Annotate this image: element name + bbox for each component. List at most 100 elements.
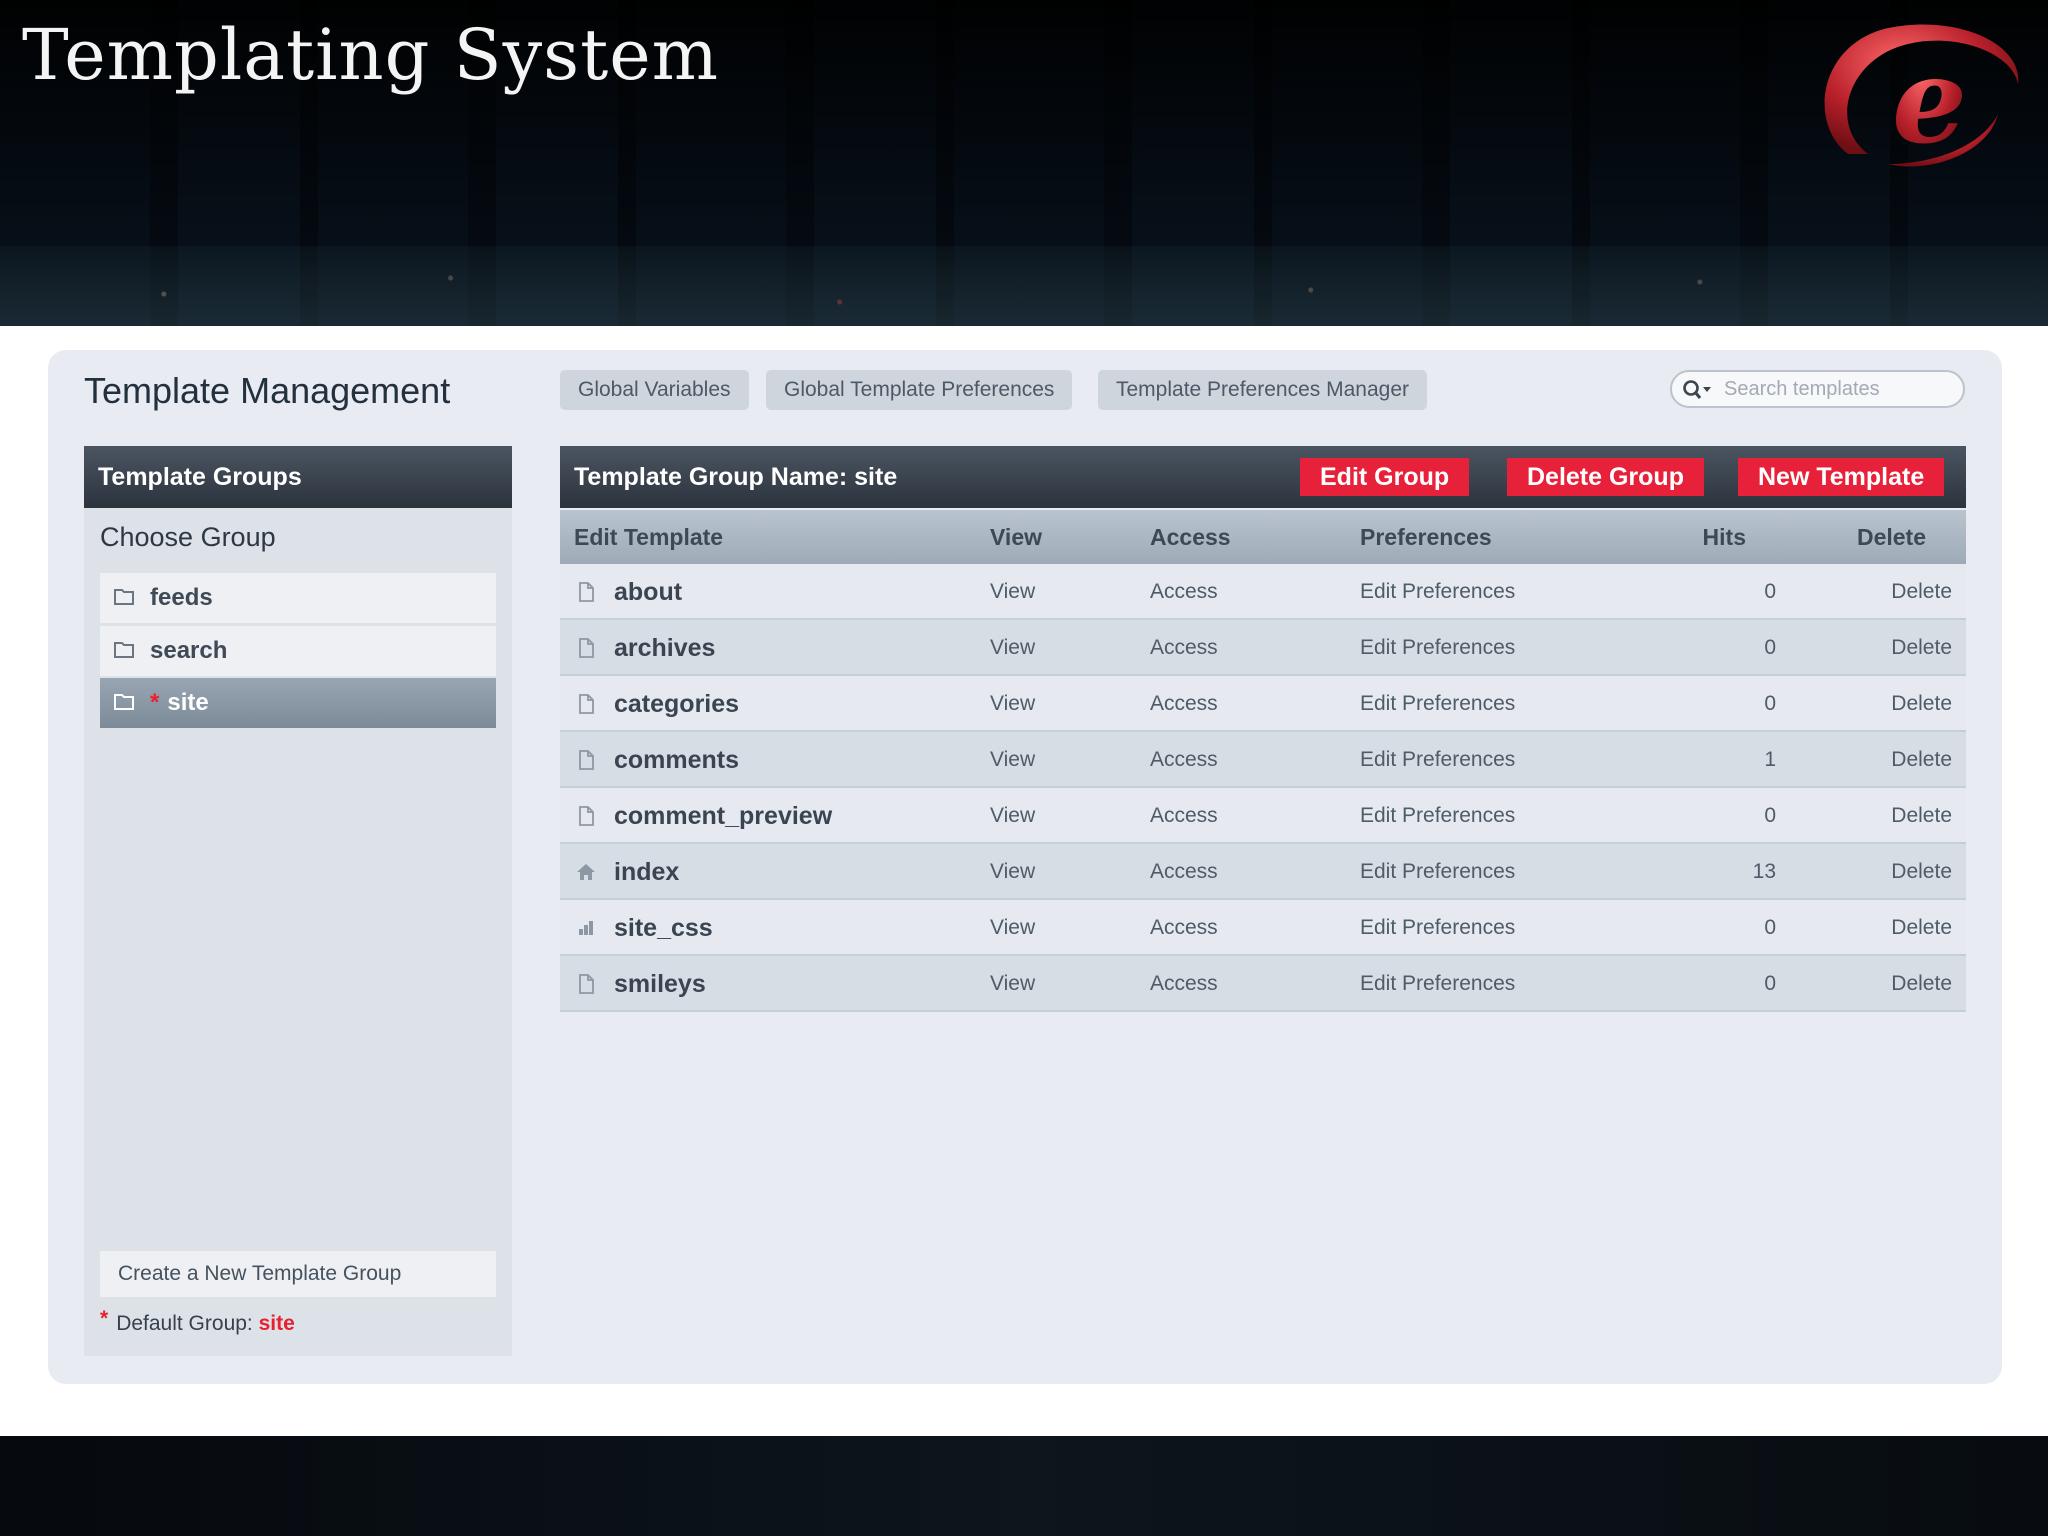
city-skyline-backdrop: [0, 246, 2048, 326]
document-icon: [579, 694, 594, 714]
template-name-link[interactable]: categories: [614, 676, 739, 732]
group-label: search: [150, 637, 228, 664]
folder-icon: [114, 642, 134, 658]
svg-text:e: e: [1892, 31, 1967, 170]
edit-preferences-link[interactable]: Edit Preferences: [1360, 788, 1515, 844]
default-group-value: site: [258, 1312, 295, 1335]
tab-global-variables[interactable]: Global Variables: [560, 370, 749, 410]
table-row: comments View Access Edit Preferences 1 …: [560, 732, 1966, 788]
access-link[interactable]: Access: [1150, 676, 1218, 732]
hits-count: 1: [1764, 748, 1776, 771]
create-template-group-link[interactable]: Create a New Template Group: [100, 1251, 496, 1297]
edit-preferences-link[interactable]: Edit Preferences: [1360, 956, 1515, 1012]
sidebar-heading: Template Groups: [84, 446, 512, 508]
table-row: smileys View Access Edit Preferences 0 D…: [560, 956, 1966, 1012]
css-file-icon: [579, 921, 593, 935]
document-icon: [579, 582, 594, 602]
delete-group-button[interactable]: Delete Group: [1507, 458, 1704, 496]
col-hits: Hits: [1702, 524, 1746, 550]
footer-band: [0, 1436, 2048, 1536]
view-link[interactable]: View: [990, 844, 1035, 900]
group-item-feeds[interactable]: feeds: [100, 573, 496, 623]
view-link[interactable]: View: [990, 564, 1035, 620]
access-link[interactable]: Access: [1150, 788, 1218, 844]
hits-count: 0: [1764, 692, 1776, 715]
group-item-site[interactable]: * site: [100, 678, 496, 728]
table-row: site_css View Access Edit Preferences 0 …: [560, 900, 1966, 956]
choose-group-label: Choose Group: [100, 522, 276, 552]
hits-count: 0: [1764, 804, 1776, 827]
access-link[interactable]: Access: [1150, 564, 1218, 620]
template-name-link[interactable]: smileys: [614, 956, 706, 1012]
table-row: about View Access Edit Preferences 0 Del…: [560, 564, 1966, 620]
view-link[interactable]: View: [990, 956, 1035, 1012]
delete-link[interactable]: Delete: [1891, 564, 1952, 620]
table-row: index View Access Edit Preferences 13 De…: [560, 844, 1966, 900]
default-group-marker: *: [150, 689, 160, 716]
default-group-note: * Default Group: site: [100, 1307, 295, 1336]
header-banner: Templating System e: [0, 0, 2048, 326]
group-item-search[interactable]: search: [100, 626, 496, 676]
edit-preferences-link[interactable]: Edit Preferences: [1360, 564, 1515, 620]
view-link[interactable]: View: [990, 788, 1035, 844]
default-group-label: Default Group:: [116, 1312, 253, 1335]
delete-link[interactable]: Delete: [1891, 788, 1952, 844]
search-input[interactable]: Search templates: [1670, 370, 1965, 408]
hits-count: 0: [1764, 580, 1776, 603]
default-group-marker: *: [100, 1307, 109, 1330]
template-group-header: Template Group Name: site Edit Group Del…: [560, 446, 1966, 508]
template-name-link[interactable]: archives: [614, 620, 715, 676]
document-icon: [579, 750, 594, 770]
access-link[interactable]: Access: [1150, 900, 1218, 956]
home-icon: [577, 864, 595, 880]
slide-title: Templating System: [22, 14, 720, 96]
tab-template-preferences-manager[interactable]: Template Preferences Manager: [1098, 370, 1427, 410]
view-link[interactable]: View: [990, 732, 1035, 788]
search-icon: [1683, 380, 1711, 399]
delete-link[interactable]: Delete: [1891, 844, 1952, 900]
view-link[interactable]: View: [990, 900, 1035, 956]
delete-link[interactable]: Delete: [1891, 956, 1952, 1012]
folder-icon: [114, 589, 134, 605]
edit-preferences-link[interactable]: Edit Preferences: [1360, 676, 1515, 732]
access-link[interactable]: Access: [1150, 732, 1218, 788]
col-delete: Delete: [1856, 524, 1926, 550]
table-row: archives View Access Edit Preferences 0 …: [560, 620, 1966, 676]
template-name-link[interactable]: comments: [614, 732, 739, 788]
edit-preferences-link[interactable]: Edit Preferences: [1360, 900, 1515, 956]
col-preferences: Preferences: [1360, 524, 1492, 550]
document-icon: [579, 806, 594, 826]
document-icon: [579, 974, 594, 994]
expressionengine-e-logo-icon: e: [1824, 24, 2019, 170]
delete-link[interactable]: Delete: [1891, 900, 1952, 956]
edit-preferences-link[interactable]: Edit Preferences: [1360, 620, 1515, 676]
hits-count: 0: [1764, 636, 1776, 659]
view-link[interactable]: View: [990, 676, 1035, 732]
template-name-link[interactable]: comment_preview: [614, 788, 832, 844]
hits-count: 0: [1764, 916, 1776, 939]
edit-preferences-link[interactable]: Edit Preferences: [1360, 732, 1515, 788]
document-icon: [579, 638, 594, 658]
delete-link[interactable]: Delete: [1891, 620, 1952, 676]
delete-link[interactable]: Delete: [1891, 732, 1952, 788]
edit-group-button[interactable]: Edit Group: [1300, 458, 1470, 496]
template-name-link[interactable]: index: [614, 844, 679, 900]
template-name-link[interactable]: about: [614, 564, 682, 620]
table-row: comment_preview View Access Edit Prefere…: [560, 788, 1966, 844]
view-link[interactable]: View: [990, 620, 1035, 676]
page-title: Template Management: [84, 370, 451, 411]
template-name-link[interactable]: site_css: [614, 900, 713, 956]
tab-global-template-preferences[interactable]: Global Template Preferences: [766, 370, 1073, 410]
access-link[interactable]: Access: [1150, 844, 1218, 900]
col-edit-template: Edit Template: [574, 524, 724, 550]
delete-link[interactable]: Delete: [1891, 676, 1952, 732]
table-header: Edit Template View Access Preferences Hi…: [560, 510, 1966, 564]
edit-preferences-link[interactable]: Edit Preferences: [1360, 844, 1515, 900]
col-access: Access: [1150, 524, 1231, 550]
access-link[interactable]: Access: [1150, 956, 1218, 1012]
hits-count: 13: [1752, 860, 1776, 883]
group-label: site: [167, 689, 209, 716]
new-template-button[interactable]: New Template: [1738, 458, 1945, 496]
access-link[interactable]: Access: [1150, 620, 1218, 676]
col-view: View: [990, 524, 1042, 550]
